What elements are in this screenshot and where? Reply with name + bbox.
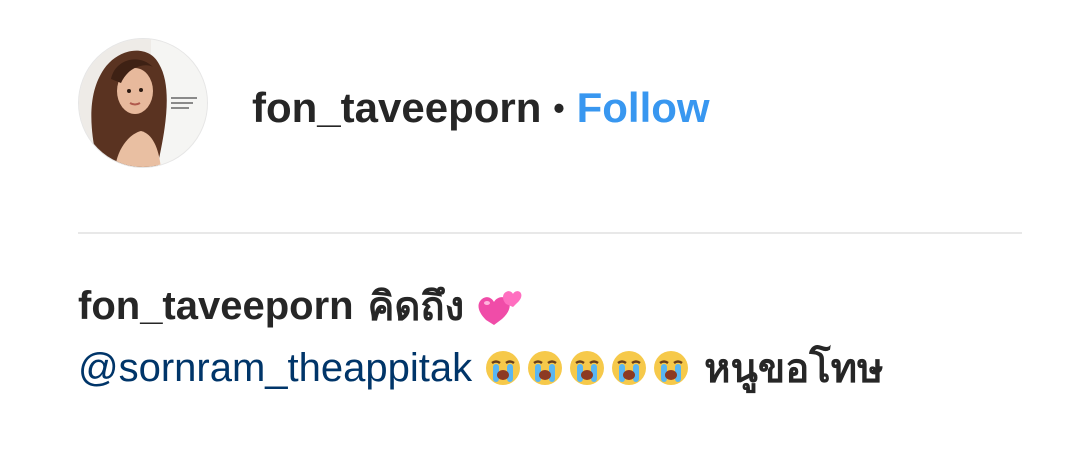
caption-line-2: @sornram_theappitak หนูขอโทษ [78,340,883,396]
avatar[interactable] [78,38,208,168]
loudly-crying-face-icon [570,351,605,385]
two-hearts-icon [476,286,522,326]
mention-link[interactable]: @sornram_theappitak [78,346,472,391]
caption-username[interactable]: fon_taveeporn [78,284,354,329]
crying-emoji-group [484,349,690,387]
caption-text-2: หนูขอโทษ [704,347,884,391]
caption-line-1: fon_taveeporn คิดถึง [78,278,522,334]
post-header: fon_taveeporn • Follow [252,80,710,136]
follow-button[interactable]: Follow [577,84,710,132]
loudly-crying-face-icon [612,351,647,385]
divider [78,232,1022,234]
loudly-crying-face-icon [654,351,689,385]
caption-text-1: คิดถึง [367,285,465,329]
loudly-crying-face-icon [528,351,563,385]
header-username[interactable]: fon_taveeporn [252,84,541,132]
header-separator: • [553,89,565,126]
loudly-crying-face-icon [486,351,521,385]
profile-avatar-icon [79,39,207,167]
